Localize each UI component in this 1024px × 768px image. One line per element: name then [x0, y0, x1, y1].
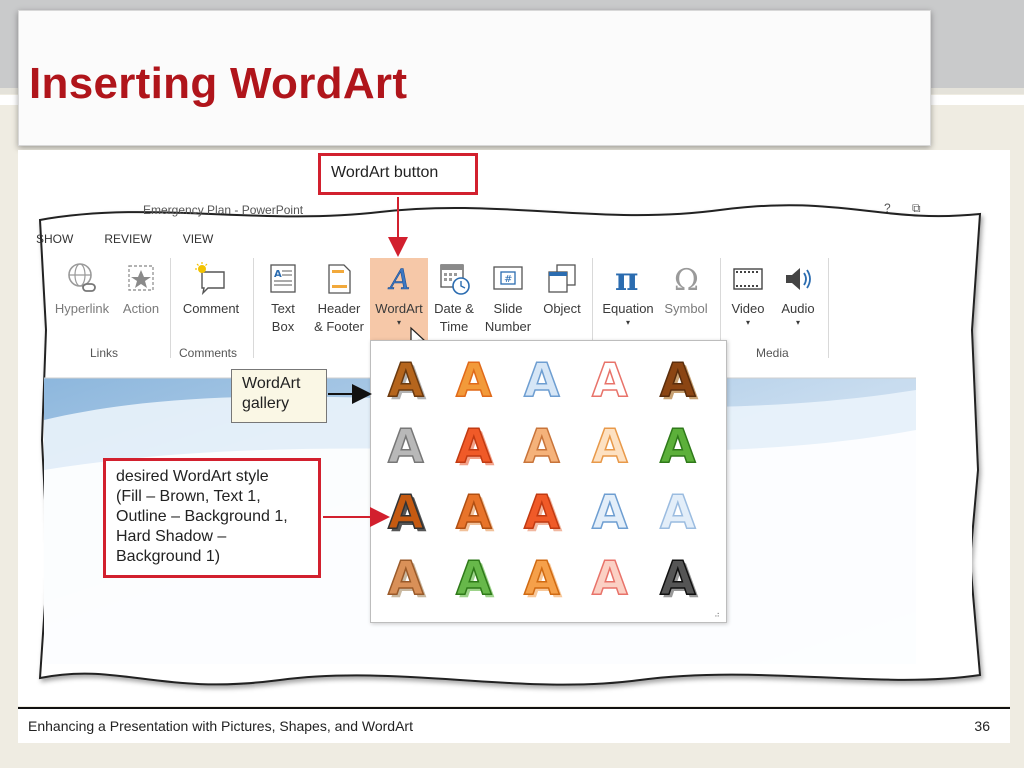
callout-arrows — [323, 197, 408, 527]
style-callout-line5: Background 1) — [116, 548, 221, 565]
wordart-button-callout-text: WordArt button — [331, 164, 439, 181]
gallery-callout-line1: WordArt — [242, 375, 301, 392]
page-number: 36 — [974, 718, 990, 734]
wordart-button-callout: WordArt button — [318, 153, 478, 195]
desired-style-callout: desired WordArt style (Fill – Brown, Tex… — [103, 458, 321, 578]
wordart-gallery-callout: WordArt gallery — [231, 369, 327, 423]
style-callout-line2: (Fill – Brown, Text 1, — [116, 488, 261, 505]
slide-footer: Enhancing a Presentation with Pictures, … — [18, 709, 1010, 743]
footer-text: Enhancing a Presentation with Pictures, … — [28, 718, 413, 734]
style-callout-line3: Outline – Background 1, — [116, 508, 288, 525]
gallery-callout-line2: gallery — [242, 395, 290, 412]
style-callout-line1: desired WordArt style — [116, 468, 269, 485]
style-callout-line4: Hard Shadow – — [116, 528, 227, 545]
